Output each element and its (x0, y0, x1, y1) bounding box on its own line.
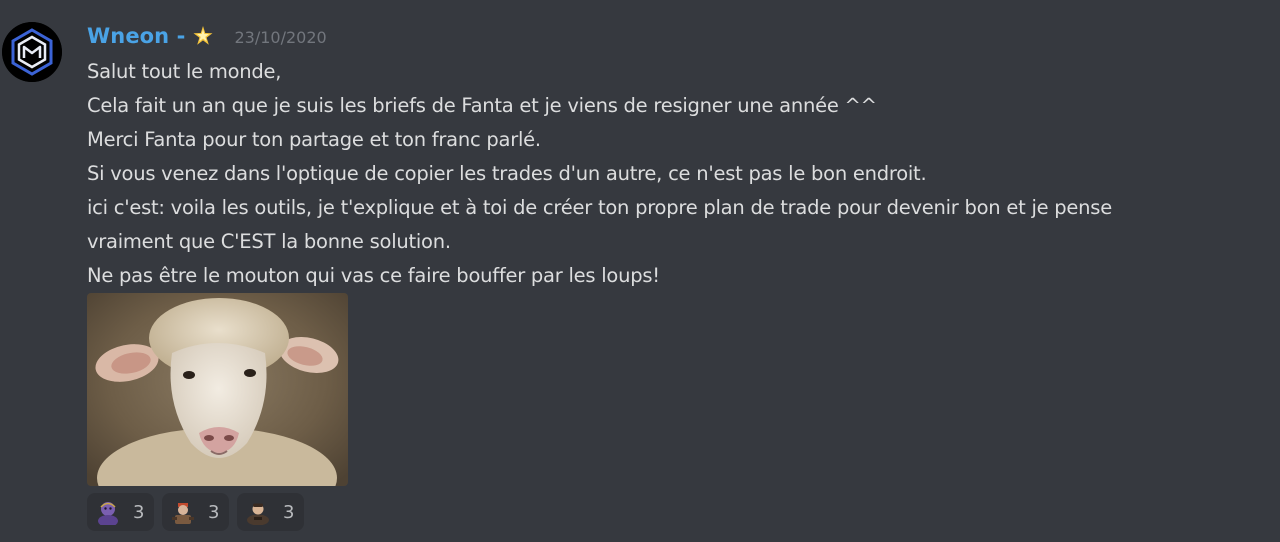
reaction-count: 3 (208, 501, 220, 523)
message-content: Salut tout le monde, Cela fait un an que… (87, 55, 1237, 293)
reaction-count: 3 (133, 501, 145, 523)
character-bust-emoji (247, 503, 269, 525)
chat-message: Wneon - 23/10/2020 Salut tout le monde, … (0, 0, 1280, 542)
soldier-character-emoji (172, 503, 194, 524)
message-timestamp: 23/10/2020 (234, 28, 327, 47)
sheep-image (87, 293, 348, 486)
star-icon (193, 26, 213, 45)
purple-character-emoji (98, 502, 118, 525)
message-line: Merci Fanta pour ton partage et ton fran… (87, 128, 541, 151)
reaction-count: 3 (283, 501, 295, 523)
message-line: Salut tout le monde, (87, 60, 282, 83)
cube-logo-icon (2, 22, 62, 82)
reaction-button[interactable]: 3 (162, 493, 229, 531)
message-line: vraiment que C'EST la bonne solution. (87, 230, 451, 253)
reaction-button[interactable]: 3 (87, 493, 154, 531)
username[interactable]: Wneon - (87, 24, 185, 48)
message-line: ici c'est: voila les outils, je t'expliq… (87, 196, 1112, 219)
image-attachment[interactable] (87, 293, 348, 486)
user-avatar[interactable] (2, 22, 62, 82)
message-header: Wneon - 23/10/2020 (87, 20, 327, 52)
message-line: Ne pas être le mouton qui vas ce faire b… (87, 264, 660, 287)
reaction-button[interactable]: 3 (237, 493, 304, 531)
message-line: Si vous venez dans l'optique de copier l… (87, 162, 927, 185)
message-line: Cela fait un an que je suis les briefs d… (87, 94, 877, 117)
reactions-bar: 3 3 3 (87, 493, 304, 531)
